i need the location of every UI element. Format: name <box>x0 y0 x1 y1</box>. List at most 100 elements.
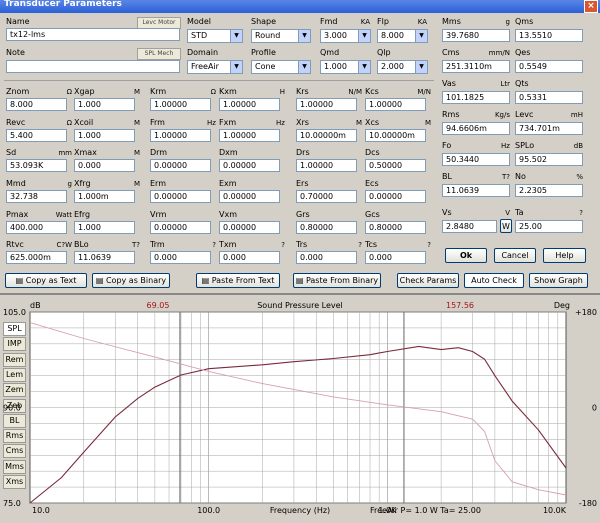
model-select[interactable]: STD ▼ <box>187 29 243 43</box>
profile-select[interactable]: Cone ▼ <box>251 60 311 74</box>
param-input[interactable]: 400.000 <box>6 221 67 234</box>
derived-label: Cms <box>442 48 460 57</box>
flp-unit: KA <box>417 18 427 26</box>
param-input[interactable]: 1.00000 <box>150 98 211 111</box>
param-value: 1.000 <box>78 100 101 109</box>
param-label: Erm <box>150 179 166 188</box>
param-unit: Hz <box>207 119 216 127</box>
param-input[interactable]: 0.000 <box>365 251 426 264</box>
x-tick-label: 10.0 <box>32 506 50 515</box>
spl-mech-button[interactable]: SPL Mech <box>137 48 181 60</box>
param-input[interactable]: 11.0639 <box>74 251 135 264</box>
param-input[interactable]: 0.00000 <box>365 190 426 203</box>
param-value: 10.00000m <box>300 131 346 140</box>
param-label: Drs <box>296 148 310 157</box>
param-label: Vxm <box>219 210 237 219</box>
param-input[interactable]: 1.00000 <box>219 98 280 111</box>
derived-value-field[interactable]: 25.00 <box>515 220 583 233</box>
paste-from-text-button[interactable]: ▤ Paste From Text <box>196 273 280 288</box>
param-input[interactable]: 1.000 <box>74 221 135 234</box>
param-value: 0.00000 <box>223 161 257 170</box>
name-input[interactable]: tx12-lms <box>6 28 180 41</box>
show-graph-button[interactable]: Show Graph <box>529 273 588 288</box>
param-value: 0.00000 <box>223 223 257 232</box>
param-input[interactable]: 10.00000m <box>365 129 426 142</box>
param-input[interactable]: 8.000 <box>6 98 67 111</box>
flp-value: 8.000 <box>381 31 404 40</box>
param-input[interactable]: 1.00000 <box>296 159 357 172</box>
param-input[interactable]: 1.000 <box>74 129 135 142</box>
param-input[interactable]: 0.50000 <box>365 159 426 172</box>
param-input[interactable]: 32.738 <box>6 190 67 203</box>
param-unit: M <box>133 180 140 188</box>
derived-label: Ta <box>515 208 524 217</box>
param-label: Efrg <box>74 210 91 219</box>
ok-button[interactable]: Ok <box>445 248 487 263</box>
param-input[interactable]: 0.00000 <box>219 190 280 203</box>
cancel-button[interactable]: Cancel <box>494 248 536 263</box>
note-input[interactable] <box>6 60 180 73</box>
check-params-button[interactable]: Check Params <box>397 273 459 288</box>
y-right-tick-label: +180 <box>575 308 597 317</box>
param-input[interactable]: 1.00000 <box>296 98 357 111</box>
param-label: Txm <box>219 240 237 249</box>
param-input[interactable]: 0.70000 <box>296 190 357 203</box>
derived-unit: Ltr <box>500 80 510 88</box>
param-input[interactable]: 1.00000 <box>219 129 280 142</box>
auto-check-button[interactable]: Auto Check <box>464 273 524 288</box>
close-button[interactable]: × <box>584 0 598 13</box>
param-value: 1.000m <box>78 192 109 201</box>
param-input[interactable]: 1.000m <box>74 190 135 203</box>
x-axis-label: Frequency (Hz) <box>270 506 330 515</box>
param-value: 0.80000 <box>369 223 403 232</box>
param-unit: Watt <box>55 211 72 219</box>
param-input[interactable]: 0.00000 <box>150 190 211 203</box>
qmd-select[interactable]: 1.000 ▼ <box>320 60 371 74</box>
derived-value-field: 2.2305 <box>515 184 583 197</box>
param-input[interactable]: 0.00000 <box>219 221 280 234</box>
fmd-select[interactable]: 3.000 ▼ <box>320 29 371 43</box>
param-input[interactable]: 625.000m <box>6 251 67 264</box>
derived-label: Qes <box>515 48 531 57</box>
param-input[interactable]: 1.00000 <box>365 98 426 111</box>
param-input[interactable]: 0.80000 <box>296 221 357 234</box>
chevron-down-icon: ▼ <box>298 30 310 42</box>
param-input[interactable]: 1.000 <box>74 98 135 111</box>
chevron-down-icon: ▼ <box>230 30 242 42</box>
derived-value: 0.5331 <box>519 93 547 102</box>
help-button[interactable]: Help <box>543 248 586 263</box>
param-input[interactable]: 0.00000 <box>219 159 280 172</box>
chevron-down-icon: ▼ <box>358 61 370 73</box>
paste-from-binary-button[interactable]: ▤ Paste From Binary <box>293 273 381 288</box>
param-value: 0.70000 <box>300 192 334 201</box>
param-input[interactable]: 0.000 <box>296 251 357 264</box>
shape-label: Shape <box>251 17 277 26</box>
derived-unit: Hz <box>501 142 510 150</box>
param-input[interactable]: 10.00000m <box>296 129 357 142</box>
shape-select[interactable]: Round ▼ <box>251 29 311 43</box>
vs-unit-button[interactable]: W <box>500 219 512 233</box>
clipboard-icon: ▤ <box>95 276 106 285</box>
derived-value-field[interactable]: 2.8480 <box>442 220 497 233</box>
param-input[interactable]: 1.00000 <box>150 129 211 142</box>
derived-unit: % <box>576 173 583 181</box>
param-input[interactable]: 0.000 <box>150 251 211 264</box>
param-input[interactable]: 53.093K <box>6 159 67 172</box>
copy-as-binary-button[interactable]: ▤ Copy as Binary <box>92 273 170 288</box>
param-input[interactable]: 0.000 <box>74 159 135 172</box>
param-input[interactable]: 5.400 <box>6 129 67 142</box>
domain-select[interactable]: FreeAir ▼ <box>187 60 243 74</box>
derived-value-field: 50.3440 <box>442 153 510 166</box>
y-right-tick-label: -180 <box>579 499 597 508</box>
param-input[interactable]: 0.00000 <box>150 159 211 172</box>
model-value: STD <box>191 31 208 40</box>
param-input[interactable]: 0.80000 <box>365 221 426 234</box>
qlp-select[interactable]: 2.000 ▼ <box>377 60 428 74</box>
derived-value: 13.5510 <box>519 31 553 40</box>
param-input[interactable]: 0.00000 <box>150 221 211 234</box>
flp-select[interactable]: 8.000 ▼ <box>377 29 428 43</box>
derived-unit: V <box>505 209 510 217</box>
param-unit: Hz <box>276 119 285 127</box>
param-input[interactable]: 0.000 <box>219 251 280 264</box>
copy-as-text-button[interactable]: ▤ Copy as Text <box>5 273 87 288</box>
